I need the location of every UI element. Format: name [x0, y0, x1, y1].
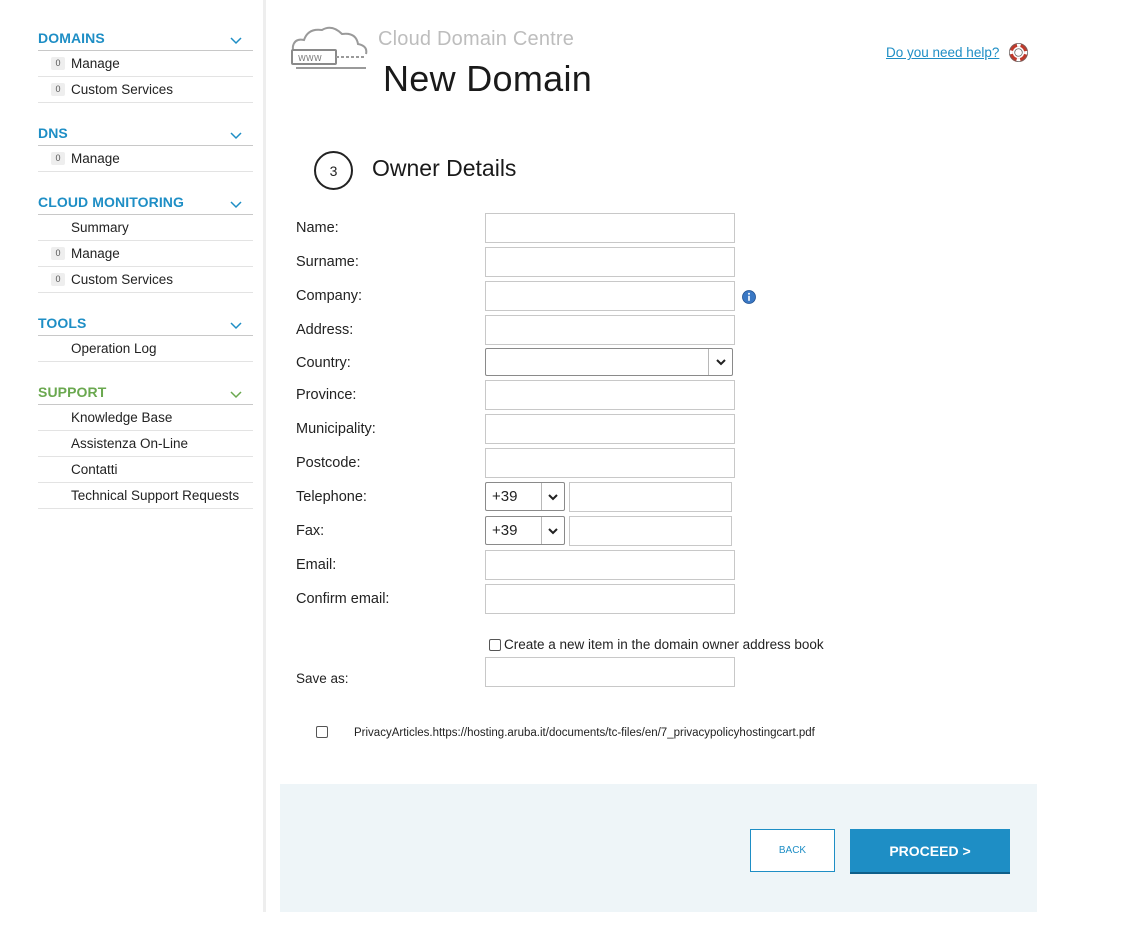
name-field[interactable]	[485, 213, 735, 243]
privacy-label: PrivacyArticles.https://hosting.aruba.it…	[354, 727, 815, 739]
sidebar-item-label: Knowledge Base	[71, 410, 173, 425]
sidebar-section-support: SUPPORT Knowledge Base Assistenza On-Lin…	[38, 383, 253, 509]
company-field[interactable]	[485, 281, 735, 311]
sidebar-header-domains[interactable]: DOMAINS	[38, 29, 253, 51]
brand-name: Cloud Domain Centre	[378, 28, 575, 50]
telephone-label: Telephone:	[296, 489, 367, 505]
sidebar-section-dns: DNS 0 Manage	[38, 124, 253, 172]
fax-prefix-value: +39	[492, 522, 518, 539]
surname-label: Surname:	[296, 254, 359, 270]
fax-number-field[interactable]	[569, 516, 732, 546]
sidebar-item-support-technical-requests[interactable]: Technical Support Requests	[38, 483, 253, 509]
country-select[interactable]	[485, 348, 733, 376]
sidebar-header-cloud-monitoring[interactable]: CLOUD MONITORING	[38, 193, 253, 215]
chevron-down-icon	[230, 391, 242, 399]
sidebar-item-support-contatti[interactable]: Contatti	[38, 457, 253, 483]
sidebar-item-label: Summary	[71, 220, 129, 235]
sidebar-header-support[interactable]: SUPPORT	[38, 383, 253, 405]
chevron-down-icon	[230, 37, 242, 45]
email-field[interactable]	[485, 550, 735, 580]
help-link-container: Do you need help?	[886, 43, 1029, 62]
sidebar-item-cloud-monitoring-custom-services[interactable]: 0 Custom Services	[38, 267, 253, 293]
telephone-prefix-value: +39	[492, 488, 518, 505]
address-field[interactable]	[485, 315, 735, 345]
cloud-www-icon: WWW	[291, 26, 368, 69]
sidebar: DOMAINS 0 Manage 0 Custom Services DNS 0…	[0, 0, 266, 912]
count-badge: 0	[51, 152, 65, 165]
sidebar-item-label: Custom Services	[71, 82, 174, 97]
fax-prefix-select[interactable]: +39	[485, 516, 565, 545]
chevron-down-icon	[541, 517, 564, 544]
svg-text:WWW: WWW	[298, 54, 322, 63]
sidebar-item-label: Technical Support Requests	[71, 488, 240, 503]
save-as-field[interactable]	[485, 657, 735, 687]
sidebar-item-support-knowledge-base[interactable]: Knowledge Base	[38, 405, 253, 431]
sidebar-section-domains: DOMAINS 0 Manage 0 Custom Services	[38, 29, 253, 103]
sidebar-header-label: DOMAINS	[38, 30, 105, 46]
sidebar-header-tools[interactable]: TOOLS	[38, 314, 253, 336]
chevron-down-icon	[708, 349, 732, 375]
privacy-checkbox[interactable]	[316, 726, 328, 738]
surname-field[interactable]	[485, 247, 735, 277]
count-badge: 0	[51, 57, 65, 70]
province-label: Province:	[296, 387, 357, 403]
sidebar-item-label: Manage	[71, 56, 120, 71]
fax-label: Fax:	[296, 523, 325, 539]
sidebar-item-label: Contatti	[71, 462, 118, 477]
postcode-label: Postcode:	[296, 455, 361, 471]
sidebar-item-cloud-monitoring-summary[interactable]: Summary	[38, 215, 253, 241]
telephone-prefix-select[interactable]: +39	[485, 482, 565, 511]
sidebar-header-label: SUPPORT	[38, 384, 107, 400]
proceed-button[interactable]: PROCEED >	[850, 829, 1010, 874]
info-icon[interactable]	[742, 290, 756, 304]
page-title: New Domain	[383, 58, 593, 99]
province-field[interactable]	[485, 380, 735, 410]
chevron-down-icon	[230, 132, 242, 140]
sidebar-item-label: Manage	[71, 151, 120, 166]
telephone-number-field[interactable]	[569, 482, 732, 512]
sidebar-item-label: Operation Log	[71, 341, 157, 356]
address-label: Address:	[296, 322, 354, 338]
company-label: Company:	[296, 288, 363, 304]
chevron-down-icon	[541, 483, 564, 510]
chevron-down-icon	[230, 322, 242, 330]
sidebar-item-dns-manage[interactable]: 0 Manage	[38, 146, 253, 172]
lifebuoy-icon[interactable]	[1009, 43, 1029, 62]
sidebar-item-label: Assistenza On-Line	[71, 436, 189, 451]
count-badge: 0	[51, 83, 65, 96]
step-title: Owner Details	[372, 155, 517, 181]
help-link[interactable]: Do you need help?	[886, 45, 999, 60]
count-badge: 0	[51, 247, 65, 260]
sidebar-section-tools: TOOLS Operation Log	[38, 314, 253, 362]
sidebar-item-cloud-monitoring-manage[interactable]: 0 Manage	[38, 241, 253, 267]
sidebar-item-domains-manage[interactable]: 0 Manage	[38, 51, 253, 77]
sidebar-header-label: DNS	[38, 125, 68, 141]
confirm-email-label: Confirm email:	[296, 591, 390, 607]
sidebar-header-label: TOOLS	[38, 315, 87, 331]
sidebar-section-cloud-monitoring: CLOUD MONITORING Summary 0 Manage 0 Cust…	[38, 193, 253, 293]
address-book-checkbox[interactable]	[489, 639, 501, 651]
municipality-label: Municipality:	[296, 421, 376, 437]
sidebar-item-tools-operation-log[interactable]: Operation Log	[38, 336, 253, 362]
sidebar-item-label: Custom Services	[71, 272, 174, 287]
chevron-down-icon	[230, 201, 242, 209]
sidebar-item-label: Manage	[71, 246, 120, 261]
municipality-field[interactable]	[485, 414, 735, 444]
sidebar-header-dns[interactable]: DNS	[38, 124, 253, 146]
country-label: Country:	[296, 355, 351, 371]
save-as-label: Save as:	[296, 671, 349, 686]
confirm-email-field[interactable]	[485, 584, 735, 614]
count-badge: 0	[51, 273, 65, 286]
back-button[interactable]: BACK	[750, 829, 835, 872]
sidebar-item-domains-custom-services[interactable]: 0 Custom Services	[38, 77, 253, 103]
postcode-field[interactable]	[485, 448, 735, 478]
name-label: Name:	[296, 220, 339, 236]
sidebar-header-label: CLOUD MONITORING	[38, 194, 185, 210]
email-label: Email:	[296, 557, 337, 573]
sidebar-item-support-assistenza-online[interactable]: Assistenza On-Line	[38, 431, 253, 457]
step-number: 3	[314, 151, 353, 190]
address-book-checkbox-label: Create a new item in the domain owner ad…	[504, 637, 824, 652]
